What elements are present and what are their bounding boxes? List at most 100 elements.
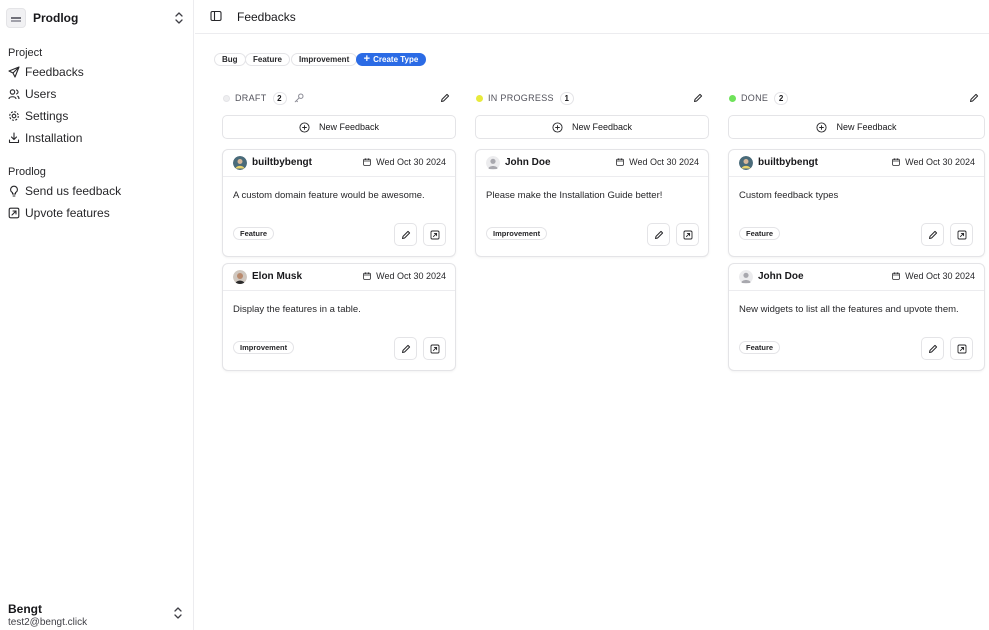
status-dot: [223, 95, 230, 102]
edit-column-pencil-icon[interactable]: [440, 93, 450, 103]
card-date: Wed Oct 30 2024: [363, 271, 446, 281]
type-chip-improvement[interactable]: Improvement: [291, 53, 357, 66]
card-date: Wed Oct 30 2024: [616, 157, 699, 167]
send-icon: [8, 66, 20, 78]
sidebar-item-feedbacks[interactable]: Feedbacks: [8, 63, 84, 81]
sidebar-item-send-feedback[interactable]: Send us feedback: [8, 182, 121, 200]
feedback-text: Display the features in a table.: [233, 304, 361, 315]
feedback-text: A custom domain feature would be awesome…: [233, 190, 425, 201]
sidebar-item-upvote-features[interactable]: Upvote features: [8, 204, 110, 222]
new-feedback-button[interactable]: New Feedback: [728, 115, 985, 139]
feedback-card[interactable]: John Doe Wed Oct 30 2024 New widgets to …: [728, 263, 985, 371]
card-date-text: Wed Oct 30 2024: [629, 157, 699, 167]
user-email: test2@bengt.click: [8, 617, 87, 628]
user-menu[interactable]: Bengt test2@bengt.click: [8, 602, 87, 628]
column-title: DRAFT: [235, 93, 267, 103]
sidebar-item-installation[interactable]: Installation: [8, 129, 82, 147]
new-feedback-button[interactable]: New Feedback: [222, 115, 456, 139]
type-badge: Feature: [233, 227, 274, 240]
sidebar-item-label: Users: [25, 87, 56, 101]
pencil-icon: [928, 230, 938, 240]
users-icon: [8, 88, 20, 100]
status-dot: [729, 95, 736, 102]
type-chip-bug[interactable]: Bug: [214, 53, 246, 66]
column-count-badge: 2: [774, 92, 788, 105]
create-type-label: Create Type: [373, 55, 418, 64]
plus-circle-icon: [552, 122, 563, 133]
type-badge: Feature: [739, 227, 780, 240]
project-switcher[interactable]: Prodlog: [6, 6, 188, 30]
sidebar-toggle-icon[interactable]: [210, 10, 222, 22]
type-chip-feature[interactable]: Feature: [245, 53, 290, 66]
calendar-icon: [616, 158, 624, 166]
type-badge: Feature: [739, 341, 780, 354]
card-date: Wed Oct 30 2024: [363, 157, 446, 167]
new-feedback-label: New Feedback: [836, 122, 896, 132]
open-button[interactable]: [950, 223, 973, 246]
section-label-project: Project: [8, 47, 42, 59]
avatar: [233, 270, 247, 284]
edit-button[interactable]: [394, 223, 417, 246]
author-name: builtbybengt: [758, 157, 818, 168]
top-header: Feedbacks: [195, 0, 989, 34]
feedback-card[interactable]: builtbybengt Wed Oct 30 2024 Custom feed…: [728, 149, 985, 257]
page-title: Feedbacks: [237, 10, 296, 24]
calendar-icon: [892, 158, 900, 166]
open-button[interactable]: [676, 223, 699, 246]
section-label-prodlog: Prodlog: [8, 166, 46, 178]
pencil-icon: [654, 230, 664, 240]
card-header: builtbybengt Wed Oct 30 2024: [729, 150, 984, 177]
key-icon: [294, 93, 304, 103]
edit-button[interactable]: [921, 337, 944, 360]
avatar: [739, 156, 753, 170]
pencil-icon: [401, 230, 411, 240]
pencil-icon: [401, 344, 411, 354]
type-badge: Improvement: [233, 341, 294, 354]
feedback-card[interactable]: John Doe Wed Oct 30 2024 Please make the…: [475, 149, 709, 257]
new-feedback-button[interactable]: New Feedback: [475, 115, 709, 139]
chevrons-up-down-icon[interactable]: [173, 606, 183, 620]
card-header: John Doe Wed Oct 30 2024: [729, 264, 984, 291]
edit-column-pencil-icon[interactable]: [693, 93, 703, 103]
column-count-badge: 2: [273, 92, 287, 105]
column-header-in-progress: IN PROGRESS 1: [476, 91, 574, 105]
card-date: Wed Oct 30 2024: [892, 157, 975, 167]
open-button[interactable]: [950, 337, 973, 360]
edit-column-pencil-icon[interactable]: [969, 93, 979, 103]
card-date: Wed Oct 30 2024: [892, 271, 975, 281]
sidebar: Prodlog Project Feedbacks Users Settings…: [0, 0, 194, 630]
column-title: DONE: [741, 93, 768, 103]
calendar-icon: [363, 158, 371, 166]
card-header: John Doe Wed Oct 30 2024: [476, 150, 708, 177]
chevrons-up-down-icon: [174, 11, 184, 25]
open-button[interactable]: [423, 337, 446, 360]
edit-button[interactable]: [921, 223, 944, 246]
feedback-card[interactable]: builtbybengt Wed Oct 30 2024 A custom do…: [222, 149, 456, 257]
external-link-square-icon: [957, 344, 967, 354]
sidebar-item-label: Send us feedback: [25, 184, 121, 198]
feedback-text: Please make the Installation Guide bette…: [486, 190, 662, 201]
plus-circle-icon: [299, 122, 310, 133]
create-type-button[interactable]: + Create Type: [356, 53, 426, 66]
sidebar-item-users[interactable]: Users: [8, 85, 56, 103]
new-feedback-label: New Feedback: [319, 122, 379, 132]
project-logo: [6, 8, 26, 28]
plus-icon: +: [364, 54, 370, 65]
edit-button[interactable]: [394, 337, 417, 360]
open-button[interactable]: [423, 223, 446, 246]
edit-button[interactable]: [647, 223, 670, 246]
author-name: John Doe: [505, 157, 551, 168]
feedback-text: New widgets to list all the features and…: [739, 304, 959, 315]
user-name: Bengt: [8, 602, 87, 616]
card-header: builtbybengt Wed Oct 30 2024: [223, 150, 455, 177]
avatar: [739, 270, 753, 284]
feedback-card[interactable]: Elon Musk Wed Oct 30 2024 Display the fe…: [222, 263, 456, 371]
avatar: [233, 156, 247, 170]
sidebar-item-settings[interactable]: Settings: [8, 107, 68, 125]
card-date-text: Wed Oct 30 2024: [376, 271, 446, 281]
type-badge: Improvement: [486, 227, 547, 240]
gear-icon: [8, 110, 20, 122]
sidebar-item-label: Upvote features: [25, 206, 110, 220]
avatar: [486, 156, 500, 170]
feedback-text: Custom feedback types: [739, 190, 838, 201]
